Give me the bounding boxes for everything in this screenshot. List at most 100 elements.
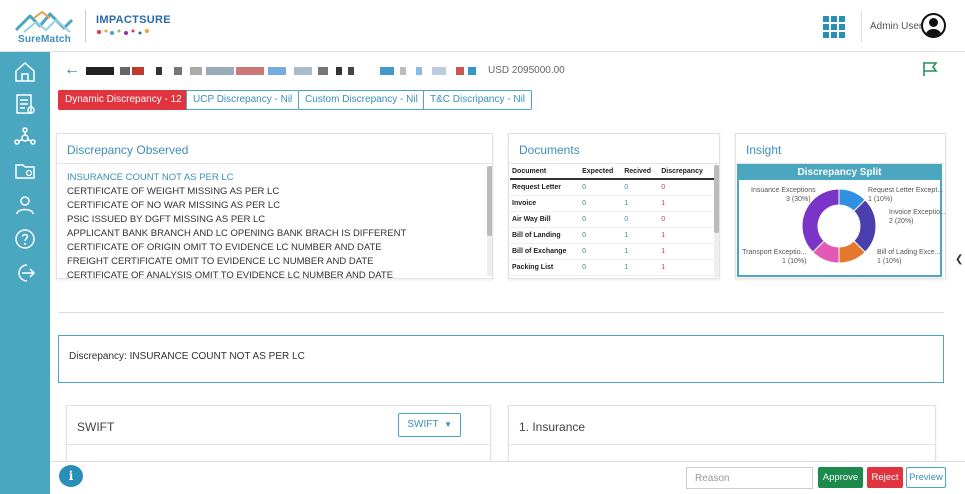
- mountain-logo-icon: [14, 10, 74, 33]
- table-row: Bill of Exchange 0 1 1: [510, 243, 714, 260]
- doc-expected: 0: [580, 211, 623, 228]
- doc-received: 1: [622, 227, 660, 244]
- brand-impactsure: IMPACTSURE: [96, 14, 171, 26]
- home-icon[interactable]: [13, 60, 37, 84]
- label-transport: Transport Exceptio... 1 (10%): [742, 249, 807, 265]
- doc-expected: 0: [580, 259, 623, 276]
- user-name[interactable]: Admin User: [870, 21, 922, 32]
- redacted-transaction-title: [86, 67, 478, 75]
- documents-card: Documents Document Expected Recived Disc…: [508, 133, 720, 279]
- back-arrow-icon[interactable]: ←: [64, 61, 80, 79]
- header-separator: [861, 10, 862, 42]
- swift-panel: SWIFT SWIFT ▼: [66, 405, 491, 463]
- doc-discrepancy: 0: [659, 179, 714, 196]
- doc-received: 0: [622, 179, 660, 196]
- discrepancy-split-chart: Discrepancy Split Insuance Exceptions 3 (…: [737, 164, 946, 277]
- label-insurance: Insuance Exceptions 3 (30%): [751, 187, 816, 203]
- label-bill-of-lading: Bill of Lading Exce... 1 (10%): [877, 249, 941, 265]
- doc-name: Bill of Exchange: [510, 243, 581, 260]
- table-row: Air Way Bill 0 0 0: [510, 211, 714, 228]
- discrepancy-observed-card: Discrepancy Observed INSURANCE COUNT NOT…: [56, 133, 493, 279]
- doc-discrepancy: 1: [659, 227, 714, 244]
- reject-button[interactable]: Reject: [867, 467, 903, 488]
- doc-name: Request Letter: [510, 179, 581, 196]
- discrepancy-scrollbar[interactable]: [487, 166, 492, 276]
- doc-discrepancy: 1: [659, 259, 714, 276]
- user-avatar-icon[interactable]: [921, 13, 946, 38]
- caret-down-icon: ▼: [444, 420, 452, 429]
- doc-expected: 0: [580, 243, 623, 260]
- label-invoice: Invoice Exceptio... 2 (20%): [889, 209, 946, 225]
- table-row: Bill of Landing 0 1 1: [510, 227, 714, 244]
- top-header: SureMatch IMPACTSURE Admin User: [0, 0, 965, 52]
- document-list-icon[interactable]: [13, 92, 37, 116]
- doc-expected: 0: [580, 227, 623, 244]
- insight-card: Insight Discrepancy Split Insuance Excep…: [735, 133, 946, 279]
- col-discrepancy: Discrepancy: [659, 165, 714, 180]
- impactsure-dots-icon: [97, 29, 149, 35]
- table-row: Packing List 0 1 1: [510, 259, 714, 276]
- info-icon[interactable]: i: [59, 465, 83, 487]
- selected-discrepancy-box: Discrepancy: INSURANCE COUNT NOT AS PER …: [58, 335, 944, 383]
- col-received: Recived: [622, 165, 660, 180]
- impactsure-logo: IMPACTSURE: [96, 14, 171, 35]
- insurance-panel: 1. Insurance: [508, 405, 936, 463]
- tab-ucp-discrepancy[interactable]: UCP Discrepancy - Nil: [186, 90, 300, 110]
- logo-divider: [85, 10, 86, 42]
- doc-received: 1: [622, 259, 660, 276]
- doc-name: Packing List: [510, 259, 581, 276]
- folder-icon[interactable]: [13, 159, 37, 183]
- table-row: Request Letter 0 0 0: [510, 179, 714, 196]
- swift-dropdown[interactable]: SWIFT ▼: [398, 413, 461, 437]
- network-icon[interactable]: [13, 126, 37, 150]
- discrepancy-item[interactable]: FREIGHT CERTIFICATE OMIT TO EVIDENCE LC …: [67, 255, 483, 269]
- doc-discrepancy: 0: [659, 211, 714, 228]
- preview-button[interactable]: Preview: [906, 467, 946, 488]
- discrepancy-item[interactable]: CERTIFICATE OF NO WAR MISSING AS PER LC: [67, 199, 483, 213]
- surematch-logo: SureMatch: [14, 8, 76, 48]
- chart-title: Discrepancy Split: [739, 166, 940, 180]
- label-request-letter: Request Letter Except... 1 (10%): [868, 187, 944, 203]
- doc-name: Air Way Bill: [510, 211, 581, 228]
- col-expected: Expected: [580, 165, 623, 180]
- discrepancy-item[interactable]: APPLICANT BANK BRANCH AND LC OPENING BAN…: [67, 227, 483, 241]
- logout-icon[interactable]: [13, 261, 37, 285]
- swift-panel-title: SWIFT: [77, 420, 115, 434]
- doc-name: Invoice: [510, 195, 581, 212]
- discrepancy-item[interactable]: PSIC ISSUED BY DGFT MISSING AS PER LC: [67, 213, 483, 227]
- col-document: Document: [510, 165, 581, 180]
- tab-custom-discrepancy[interactable]: Custom Discrepancy - Nil: [298, 90, 425, 110]
- selected-discrepancy-label: Discrepancy: INSURANCE COUNT NOT AS PER …: [69, 351, 305, 362]
- section-divider: [58, 312, 944, 313]
- documents-scrollbar[interactable]: [714, 165, 719, 277]
- apps-grid-icon[interactable]: [823, 16, 845, 38]
- doc-expected: 0: [580, 179, 623, 196]
- documents-title: Documents: [519, 143, 580, 157]
- discrepancy-item[interactable]: INSURANCE COUNT NOT AS PER LC: [67, 171, 483, 185]
- user-icon[interactable]: [13, 193, 37, 217]
- discrepancy-item[interactable]: CERTIFICATE OF ORIGIN OMIT TO EVIDENCE L…: [67, 241, 483, 255]
- doc-expected: 0: [580, 195, 623, 212]
- tab-dynamic-discrepancy[interactable]: Dynamic Discrepancy - 12: [58, 90, 189, 110]
- approve-button[interactable]: Approve: [818, 467, 863, 488]
- sidebar: [0, 52, 50, 494]
- transaction-amount: USD 2095000.00: [488, 65, 565, 76]
- flag-icon[interactable]: [921, 61, 939, 77]
- help-icon[interactable]: [13, 227, 37, 251]
- doc-discrepancy: 1: [659, 243, 714, 260]
- swift-dropdown-label: SWIFT: [407, 419, 439, 430]
- tab-tc-discrepancy[interactable]: T&C Discripancy - Nil: [423, 90, 533, 110]
- discrepancy-item[interactable]: CERTIFICATE OF ANALYSIS OMIT TO EVIDENCE…: [67, 269, 483, 278]
- insurance-panel-title: 1. Insurance: [519, 420, 586, 434]
- doc-received: 1: [622, 195, 660, 212]
- doc-received: 1: [622, 243, 660, 260]
- discrepancy-item[interactable]: CERTIFICATE OF WEIGHT MISSING AS PER LC: [67, 185, 483, 199]
- doc-received: 0: [622, 211, 660, 228]
- doc-name: Bill of Landing: [510, 227, 581, 244]
- collapse-panel-icon[interactable]: ❮: [955, 254, 963, 265]
- reason-input[interactable]: [686, 467, 813, 489]
- discrepancy-observed-title: Discrepancy Observed: [67, 143, 189, 157]
- table-row: Invoice 0 1 1: [510, 195, 714, 212]
- doc-discrepancy: 1: [659, 195, 714, 212]
- insight-title: Insight: [746, 143, 782, 157]
